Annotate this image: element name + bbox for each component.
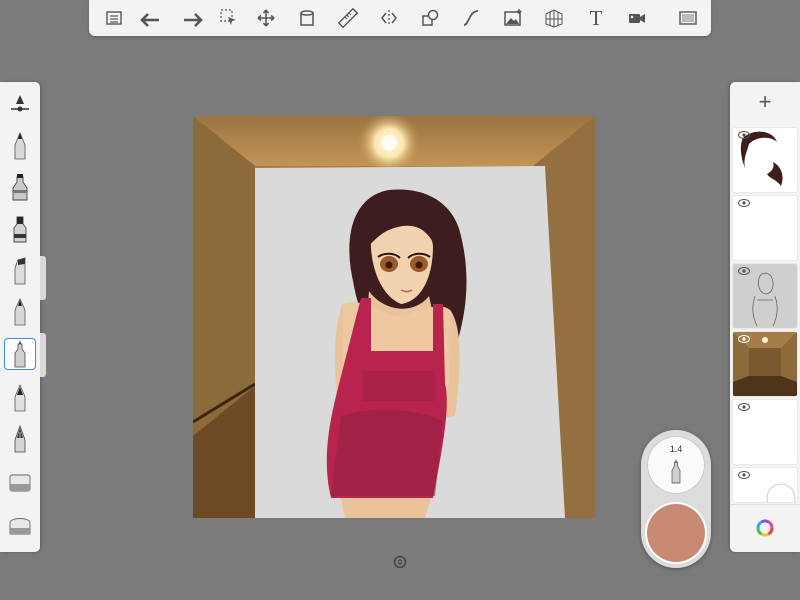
brush-settings-icon[interactable] [4, 88, 36, 120]
redo-icon[interactable] [180, 7, 206, 29]
brush-size-label: 1.4 [669, 444, 683, 454]
fineliner-icon[interactable] [4, 338, 36, 370]
artwork [193, 116, 595, 518]
current-color-swatch[interactable] [647, 504, 705, 562]
ink-pen-icon[interactable] [4, 423, 36, 455]
ruler-icon[interactable] [337, 7, 359, 29]
fountain-pen-icon[interactable] [4, 382, 36, 414]
fullscreen-icon[interactable] [677, 7, 699, 29]
brush-puck: 1.4 [641, 430, 711, 568]
move-icon[interactable] [255, 7, 277, 29]
brush-panel [0, 82, 40, 552]
top-toolbar: T [89, 0, 711, 36]
brush-size-control[interactable]: 1.4 [647, 436, 705, 494]
layer-sketch[interactable] [733, 264, 797, 328]
eraser-icon[interactable] [4, 466, 36, 498]
layer-blank[interactable] [733, 196, 797, 260]
layer-empty[interactable] [733, 400, 797, 464]
panel-drag-handle-bottom[interactable] [40, 333, 46, 377]
layer-partial[interactable] [733, 468, 797, 502]
add-layer-button[interactable]: + [730, 82, 800, 122]
color-wheel-icon [756, 519, 774, 537]
layer-visibility-eye-icon[interactable] [738, 199, 750, 207]
fineliner-preview-icon [671, 459, 681, 484]
drawing-canvas[interactable] [193, 116, 595, 518]
soft-eraser-icon[interactable] [4, 509, 36, 541]
text-icon[interactable]: T [585, 5, 607, 30]
symmetry-icon[interactable] [378, 7, 400, 29]
color-wheel-button[interactable] [730, 504, 800, 551]
layer-visibility-eye-icon[interactable] [738, 267, 750, 275]
panel-drag-handle-top[interactable] [40, 256, 46, 300]
image-icon[interactable] [502, 7, 524, 29]
airbrush-icon[interactable] [4, 171, 36, 203]
perspective-icon[interactable] [543, 7, 565, 29]
list-icon[interactable] [103, 7, 125, 29]
copy-icon[interactable] [296, 7, 318, 29]
recording-icon[interactable] [626, 7, 648, 29]
shapes-icon[interactable] [419, 7, 441, 29]
layer-visibility-eye-icon[interactable] [738, 471, 750, 479]
marker-icon[interactable] [4, 213, 36, 245]
canvas-handle-icon[interactable] [393, 555, 407, 569]
layer-hair[interactable] [733, 128, 797, 192]
select-icon[interactable] [218, 7, 240, 29]
text-tool-label: T [589, 5, 603, 30]
layer-visibility-eye-icon[interactable] [738, 403, 750, 411]
layers-panel: + [730, 82, 800, 552]
layer-visibility-eye-icon[interactable] [738, 131, 750, 139]
layer-visibility-eye-icon[interactable] [738, 335, 750, 343]
undo-icon[interactable] [137, 7, 163, 29]
ballpoint-icon[interactable] [4, 296, 36, 328]
chisel-icon[interactable] [4, 255, 36, 287]
layer-background[interactable] [733, 332, 797, 396]
curve-icon[interactable] [460, 7, 482, 29]
pencil-icon[interactable] [4, 130, 36, 162]
